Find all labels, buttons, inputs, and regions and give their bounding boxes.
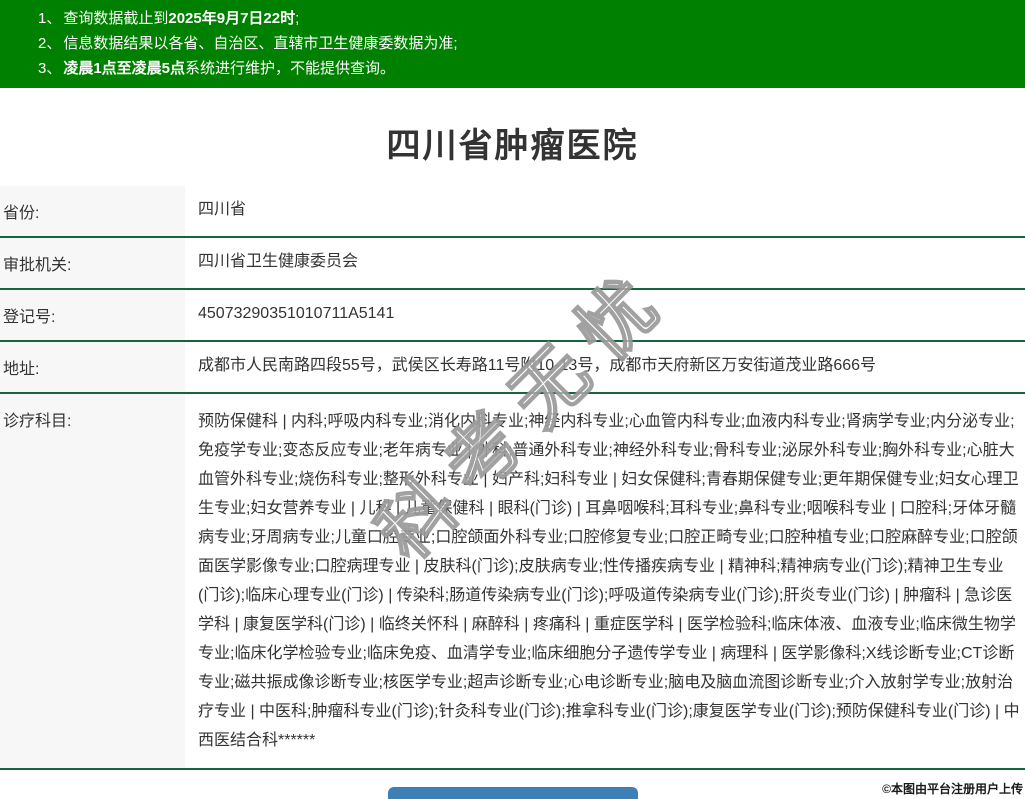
notice-item-1: 1、查询数据截止到2025年9月7日22时;	[38, 6, 1015, 31]
row-value: 四川省	[185, 186, 1025, 236]
row-label: 省份:	[0, 186, 185, 236]
note-text-bold: 凌晨1点至凌晨5点	[63, 60, 185, 77]
button-bar: 〖关闭窗口〗	[0, 787, 1025, 799]
row-value: 45073290351010711A5141	[185, 290, 1025, 340]
notice-banner: 1、查询数据截止到2025年9月7日22时; 2、信息数据结果以各省、自治区、直…	[0, 0, 1025, 88]
note-text: ;	[295, 10, 299, 27]
note-text: 查询数据截止到	[63, 10, 168, 27]
row-label: 审批机关:	[0, 238, 185, 288]
row-label: 地址:	[0, 342, 185, 392]
note-text: 系统进行维护，不能提供查询。	[185, 60, 395, 77]
table-row-approval-authority: 审批机关: 四川省卫生健康委员会	[0, 238, 1025, 290]
page-title: 四川省肿瘤医院	[0, 118, 1025, 186]
table-row-registration-number: 登记号: 45073290351010711A5141	[0, 290, 1025, 342]
note-number: 2、	[38, 35, 61, 52]
close-window-button[interactable]: 〖关闭窗口〗	[388, 787, 638, 799]
notice-item-3: 3、凌晨1点至凌晨5点系统进行维护，不能提供查询。	[38, 56, 1015, 81]
row-label: 诊疗科目:	[0, 394, 185, 768]
row-value: 预防保健科 | 内科;呼吸内科专业;消化内科专业;神经内科专业;心血管内科专业;…	[185, 394, 1025, 768]
copyright-note: ©本图由平台注册用户上传	[882, 780, 1023, 797]
note-text-bold: 2025年9月7日22时	[168, 10, 295, 27]
row-value: 成都市人民南路四段55号，武侯区长寿路11号附10-13号，成都市天府新区万安街…	[185, 342, 1025, 392]
table-row-address: 地址: 成都市人民南路四段55号，武侯区长寿路11号附10-13号，成都市天府新…	[0, 342, 1025, 394]
note-number: 1、	[38, 10, 61, 27]
note-text: 信息数据结果以各省、自治区、直辖市卫生健康委数据为准;	[63, 35, 457, 52]
row-label: 登记号:	[0, 290, 185, 340]
hospital-info-table: 省份: 四川省 审批机关: 四川省卫生健康委员会 登记号: 4507329035…	[0, 186, 1025, 770]
row-value: 四川省卫生健康委员会	[185, 238, 1025, 288]
table-row-province: 省份: 四川省	[0, 186, 1025, 238]
note-number: 3、	[38, 60, 61, 77]
notice-item-2: 2、信息数据结果以各省、自治区、直辖市卫生健康委数据为准;	[38, 31, 1015, 56]
table-row-medical-departments: 诊疗科目: 预防保健科 | 内科;呼吸内科专业;消化内科专业;神经内科专业;心血…	[0, 394, 1025, 770]
